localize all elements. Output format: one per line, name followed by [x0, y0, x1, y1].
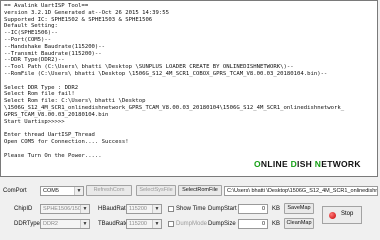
tbaudrate-label: TBaudRate — [98, 221, 129, 227]
dumpstart-field[interactable]: 0 — [238, 204, 268, 214]
tbaudrate-select[interactable]: 115200 ▼ — [126, 219, 162, 229]
show-time-label: Show Time — [176, 206, 206, 212]
dumpsize-label: DumpSize — [208, 221, 236, 227]
log-line: == Avalink UartISP Tool== — [4, 3, 89, 9]
dumpsize-unit: KB — [272, 221, 281, 227]
brand-watermark: ONLINE DISH NETWORK — [254, 159, 361, 169]
log-line: --IC(SPHE1506)-- — [4, 30, 58, 37]
brand-word-etwork: ETWORK — [321, 159, 361, 169]
chevron-down-icon: ▼ — [152, 205, 161, 213]
save-map-button[interactable]: SaveMap — [284, 203, 314, 214]
chevron-down-icon: ▼ — [80, 220, 89, 228]
log-line: version 3.2.1D Generated at--Oct 26 2015… — [4, 9, 170, 16]
tbaudrate-value: 115200 — [129, 221, 147, 227]
log-line: Select Rom file: C:\Users\ bhatti \Deskt… — [4, 98, 146, 105]
log-line: Start Uartisp>>>>> — [4, 118, 65, 125]
dump-mode-checkbox[interactable] — [168, 221, 174, 227]
ddrtype-label: DDRType — [14, 221, 40, 227]
comport-select[interactable]: COM5 ▼ — [40, 186, 84, 196]
log-line: Open COM5 for Connection.... Success! — [4, 138, 129, 145]
hbaudrate-value: 115200 — [129, 206, 147, 212]
chipid-label: ChipID — [14, 206, 33, 212]
log-line: GPRS_TCAM_V8.00.03_20180104.bin — [4, 111, 109, 118]
chipid-value: SPHE1506/1505 — [43, 206, 84, 212]
log-line: --DDR Type(DDR2)-- — [4, 57, 65, 64]
log-line: Select DDR Type : DDR2 — [4, 84, 79, 91]
clean-map-button[interactable]: CleanMap — [284, 218, 314, 229]
comport-label: ComPort — [3, 188, 27, 194]
ddrtype-value: DDR2 — [43, 221, 58, 227]
dumpsize-field[interactable]: 0 — [238, 219, 268, 229]
log-line: --RomFile (C:\Users\ bhatti \Desktop \15… — [4, 70, 328, 77]
log-line: --Transmit Baudrate(115200)-- — [4, 50, 102, 57]
stop-button[interactable]: Stop — [322, 206, 362, 224]
brand-word-nline: NLINE — [260, 159, 291, 169]
ddrtype-select[interactable]: DDR2 ▼ — [40, 219, 90, 229]
dumpstart-unit: KB — [272, 206, 281, 212]
dump-mode-label: DumpMode — [176, 221, 208, 227]
stop-record-icon — [329, 212, 336, 219]
hbaudrate-select[interactable]: 115200 ▼ — [126, 204, 162, 214]
chipid-select[interactable]: SPHE1506/1505 ▼ — [40, 204, 90, 214]
comport-value: COM5 — [43, 188, 59, 194]
rom-path-field[interactable]: C:\Users\ bhatti \Desktop\1506G_S12_4M_S… — [224, 186, 378, 196]
log-line: Default Setting: — [4, 23, 58, 30]
select-rom-file-button[interactable]: SelectRomFile — [178, 185, 222, 196]
refresh-com-button[interactable]: RefreshCom — [86, 185, 132, 196]
log-line: \1506G_S12_4M_SCR1_onlinedishnetwork_GPR… — [4, 104, 345, 111]
brand-letter-o: O — [254, 159, 261, 169]
log-line: --Tool Path (C:\Users\ bhatti \Desktop \… — [4, 64, 294, 71]
log-output[interactable]: == Avalink UartISP Tool== version 3.2.1D … — [0, 0, 378, 177]
chevron-down-icon: ▼ — [152, 220, 161, 228]
dumpstart-label: DumpStart — [208, 206, 237, 212]
select-sys-file-button[interactable]: SelectSysFile — [136, 185, 176, 196]
log-line: Enter thread UartISP_Thread — [4, 132, 95, 139]
hbaudrate-label: HBaudRate — [98, 206, 130, 212]
stop-label: Stop — [341, 211, 354, 217]
brand-word-ish: ISH — [297, 159, 315, 169]
log-line: Select Rom file fail! — [4, 91, 75, 98]
show-time-checkbox[interactable] — [168, 206, 174, 212]
log-line: --Handshake Baudrate(115200)-- — [4, 43, 106, 50]
chevron-down-icon: ▼ — [74, 187, 83, 195]
chevron-down-icon: ▼ — [80, 205, 89, 213]
log-line: Supported IC: SPHE1502 & SPHE1503 & SPHE… — [4, 16, 153, 23]
log-line: --Port(COM5)-- — [4, 36, 52, 43]
